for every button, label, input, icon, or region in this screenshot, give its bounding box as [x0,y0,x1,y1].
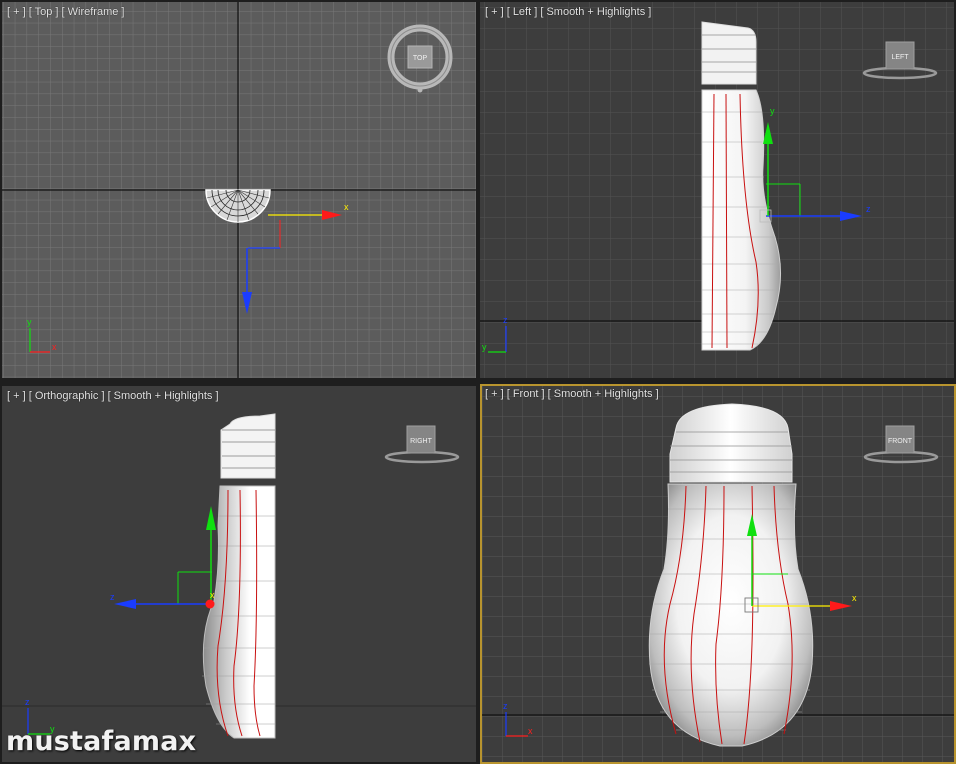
viewport-orthographic[interactable]: [ + ] [ Orthographic ] [ Smooth + Highli… [2,386,476,762]
viewport-top[interactable]: [ + ] [ Top ] [ Wireframe ] x TOP y x [2,2,476,378]
svg-text:z: z [25,697,30,707]
watermark: mustafamax [6,726,197,757]
viewport-label-front[interactable]: [ + ] [ Front ] [ Smooth + Highlights ] [485,388,659,400]
svg-text:FRONT: FRONT [888,438,913,445]
viewport-label-top[interactable]: [ + ] [ Top ] [ Wireframe ] [7,6,124,18]
svg-text:z: z [110,592,115,602]
top-scene: x TOP y x [2,2,476,378]
svg-text:x: x [528,726,533,736]
shaker-front [648,403,814,747]
viewport-label-orthographic[interactable]: [ + ] [ Orthographic ] [ Smooth + Highli… [7,390,219,402]
svg-text:LEFT: LEFT [891,54,909,61]
viewport-front[interactable]: [ + ] [ Front ] [ Smooth + Highlights ] [480,384,956,764]
svg-text:y: y [482,342,487,352]
left-scene: z y LEFT z y [480,2,954,378]
view-cube-orthographic[interactable]: RIGHT [384,425,460,464]
svg-text:y: y [770,106,775,116]
transform-gizmo-orthographic: z x [110,506,216,609]
viewport-left[interactable]: [ + ] [ Left ] [ Smooth + Highlights ] z… [480,2,954,378]
viewport-label-left[interactable]: [ + ] [ Left ] [ Smooth + Highlights ] [485,6,651,18]
svg-text:x: x [344,202,349,212]
front-scene: x FRONT z x [480,384,956,764]
orthographic-scene: z x RIGHT z y [2,413,476,739]
svg-text:z: z [503,701,508,711]
svg-text:TOP: TOP [413,55,428,62]
svg-text:x: x [852,593,857,603]
svg-text:x: x [210,590,215,600]
shaker-side-orthographic [202,413,276,739]
svg-text:z: z [866,204,871,214]
svg-text:z: z [503,315,508,325]
svg-text:RIGHT: RIGHT [410,438,433,445]
svg-text:y: y [27,317,32,327]
svg-text:x: x [52,342,57,352]
